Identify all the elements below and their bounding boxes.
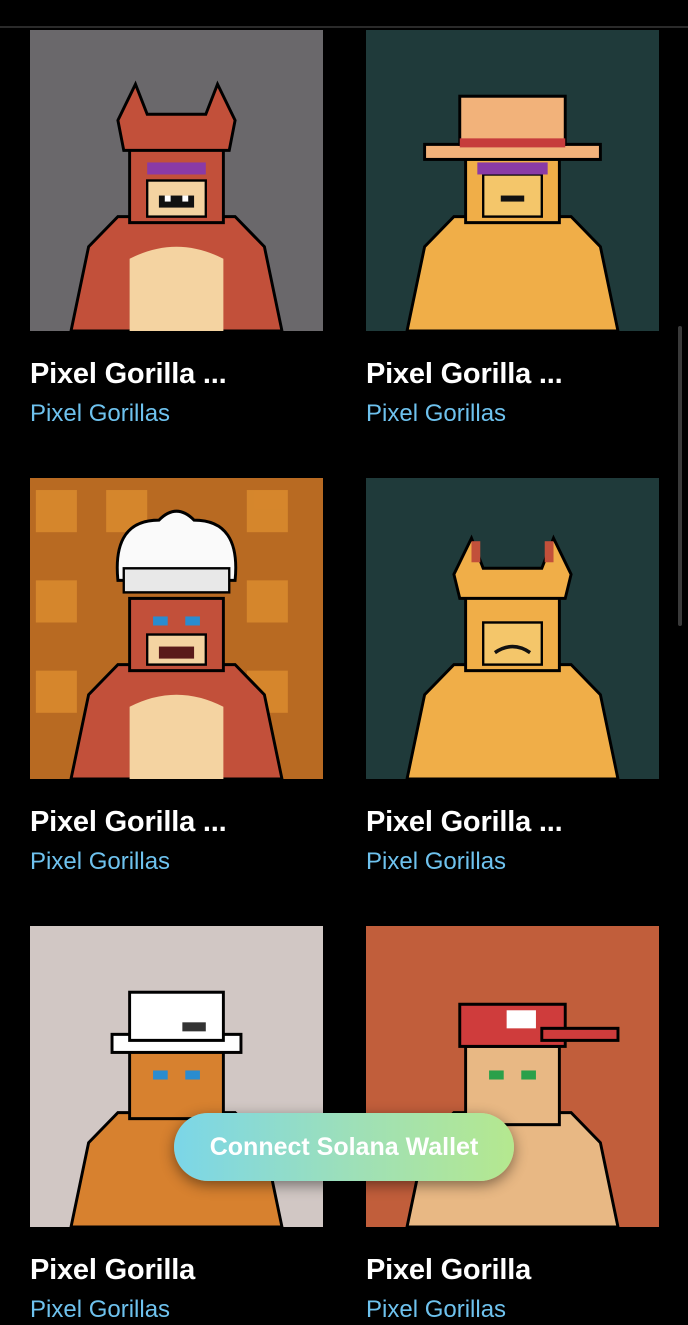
nft-title: Pixel Gorilla [30,1254,196,1286]
scroll-indicator[interactable] [678,326,682,626]
nft-image[interactable] [366,478,659,779]
connect-solana-wallet-button[interactable]: Connect Solana Wallet [174,1113,514,1181]
top-divider [0,26,688,28]
nft-collection-link[interactable]: Pixel Gorillas [30,399,323,429]
nft-image[interactable] [30,478,323,779]
nft-image[interactable] [30,926,323,1227]
nft-title: Pixel Gorilla ... [366,806,563,838]
nft-card[interactable]: Pixel Gorilla ... Pixel Gorillas [366,478,659,877]
nft-title: Pixel Gorilla ... [366,358,563,390]
nft-image[interactable] [366,30,659,331]
nft-card[interactable]: Pixel Gorilla ... Pixel Gorillas [366,30,659,429]
nft-card[interactable]: Pixel Gorilla ... Pixel Gorillas [30,478,323,877]
nft-title: Pixel Gorilla [366,1254,532,1286]
nft-title: Pixel Gorilla ... [30,806,227,838]
nft-collection-link[interactable]: Pixel Gorillas [366,399,659,429]
nft-title: Pixel Gorilla ... [30,358,227,390]
nft-image[interactable] [30,30,323,331]
nft-collection-link[interactable]: Pixel Gorillas [366,847,659,877]
nft-collection-link[interactable]: Pixel Gorillas [30,1295,323,1325]
nft-image[interactable] [366,926,659,1227]
nft-collection-link[interactable]: Pixel Gorillas [30,847,323,877]
nft-collection-link[interactable]: Pixel Gorillas [366,1295,659,1325]
nft-card[interactable]: Pixel Gorilla ... Pixel Gorillas [30,30,323,429]
